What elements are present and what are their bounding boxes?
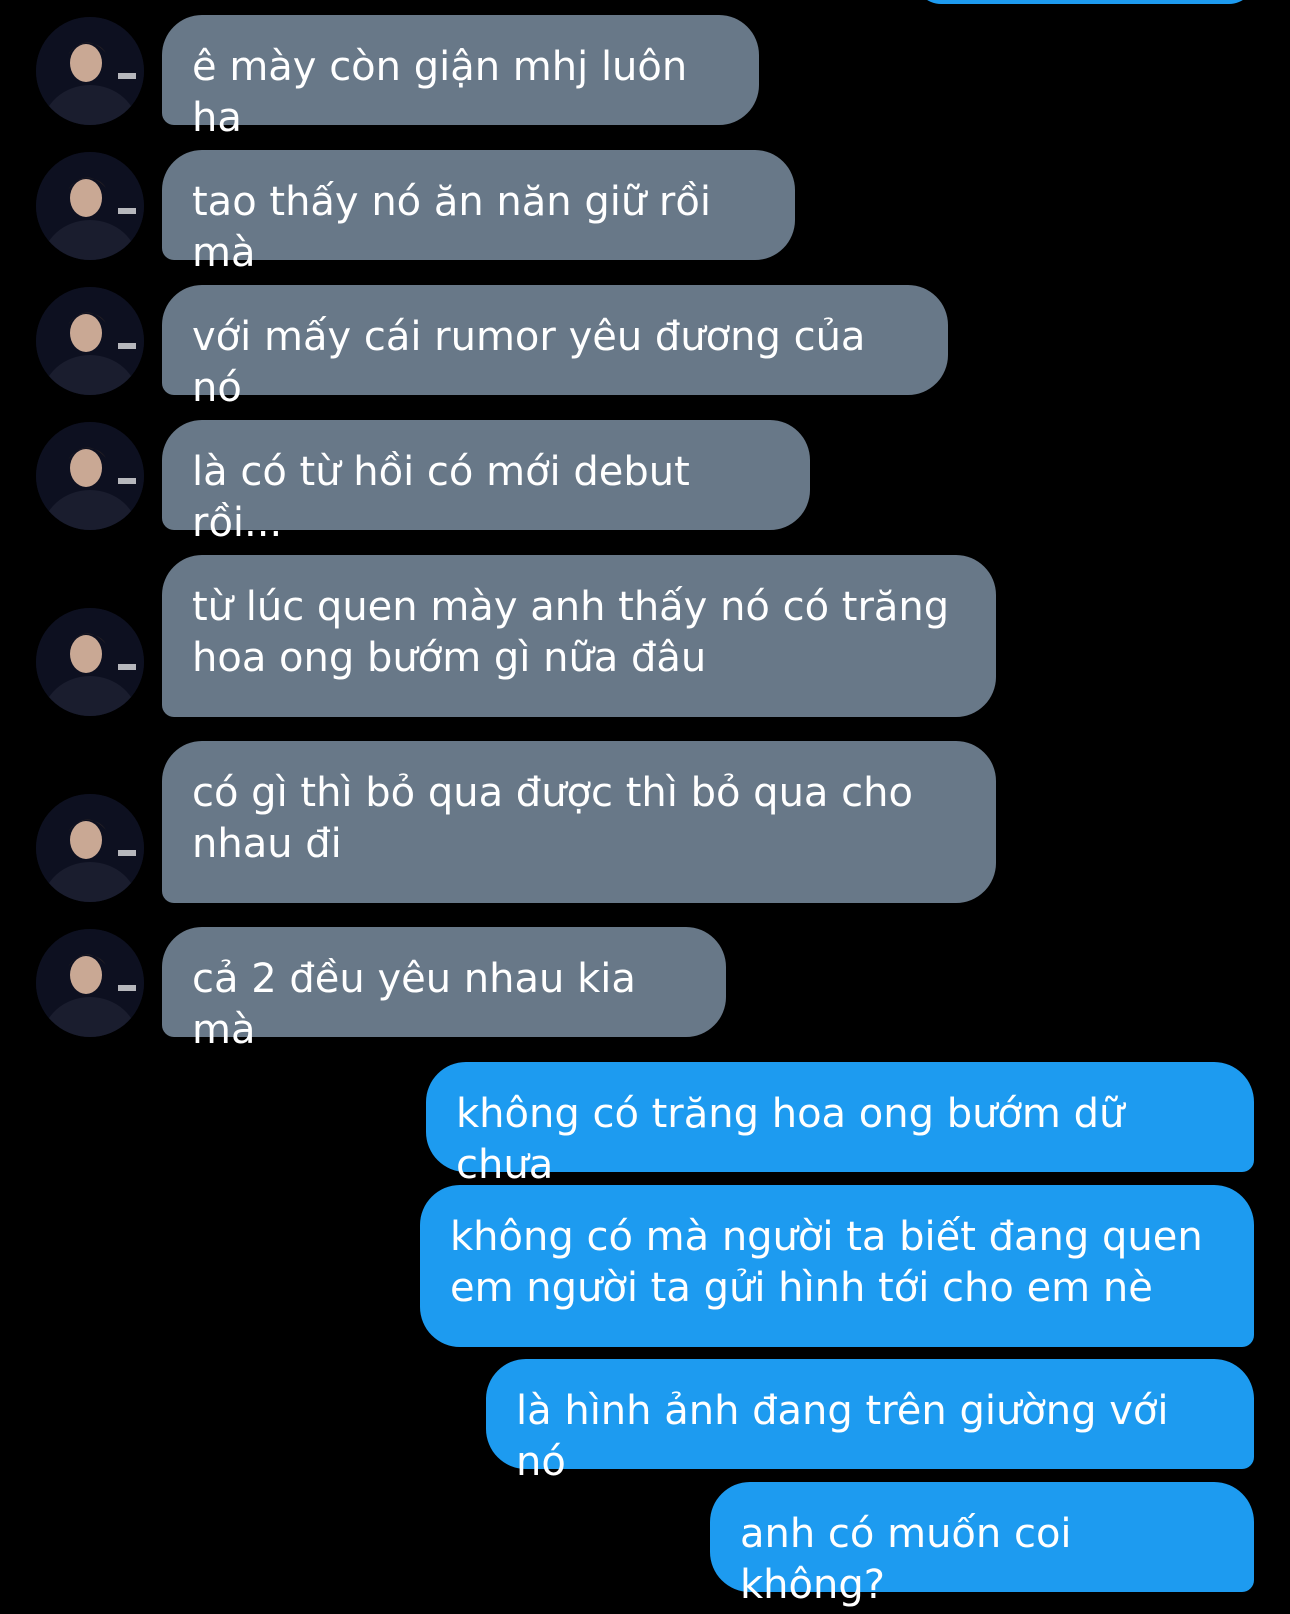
person-avatar-icon [36,152,144,260]
incoming-message-bubble[interactable]: tao thấy nó ăn năn giữ rồi mà [162,150,795,276]
contact-avatar[interactable] [36,17,144,125]
contact-avatar[interactable] [36,152,144,260]
person-avatar-icon [36,794,144,902]
outgoing-message-bubble[interactable]: không có mà người ta biết đang quen em n… [420,1185,1254,1347]
incoming-message-bubble[interactable]: có gì thì bỏ qua được thì bỏ qua cho nha… [162,741,996,903]
outgoing-message-bubble[interactable]: không có trăng hoa ong bướm dữ chưa [426,1062,1254,1188]
person-avatar-icon [36,929,144,1037]
incoming-message-bubble[interactable]: là có từ hồi có mới debut rồi... [162,420,810,546]
incoming-message-bubble[interactable]: từ lúc quen mày anh thấy nó có trăng hoa… [162,555,996,717]
contact-avatar[interactable] [36,287,144,395]
contact-avatar[interactable] [36,422,144,530]
contact-avatar[interactable] [36,608,144,716]
incoming-message-bubble[interactable]: với mấy cái rumor yêu đương của nó [162,285,948,411]
person-avatar-icon [36,422,144,530]
outgoing-message-bubble[interactable]: là hình ảnh đang trên giường với nó [486,1359,1254,1485]
incoming-message-bubble[interactable]: cả 2 đều yêu nhau kia mà [162,927,726,1053]
person-avatar-icon [36,17,144,125]
person-avatar-icon [36,608,144,716]
outgoing-message-bubble[interactable]: anh có muốn coi không? [710,1482,1254,1608]
contact-avatar[interactable] [36,794,144,902]
incoming-message-bubble[interactable]: ê mày còn giận mhj luôn ha [162,15,759,141]
contact-avatar[interactable] [36,929,144,1037]
person-avatar-icon [36,287,144,395]
previous-outgoing-bubble-edge [915,0,1255,4]
